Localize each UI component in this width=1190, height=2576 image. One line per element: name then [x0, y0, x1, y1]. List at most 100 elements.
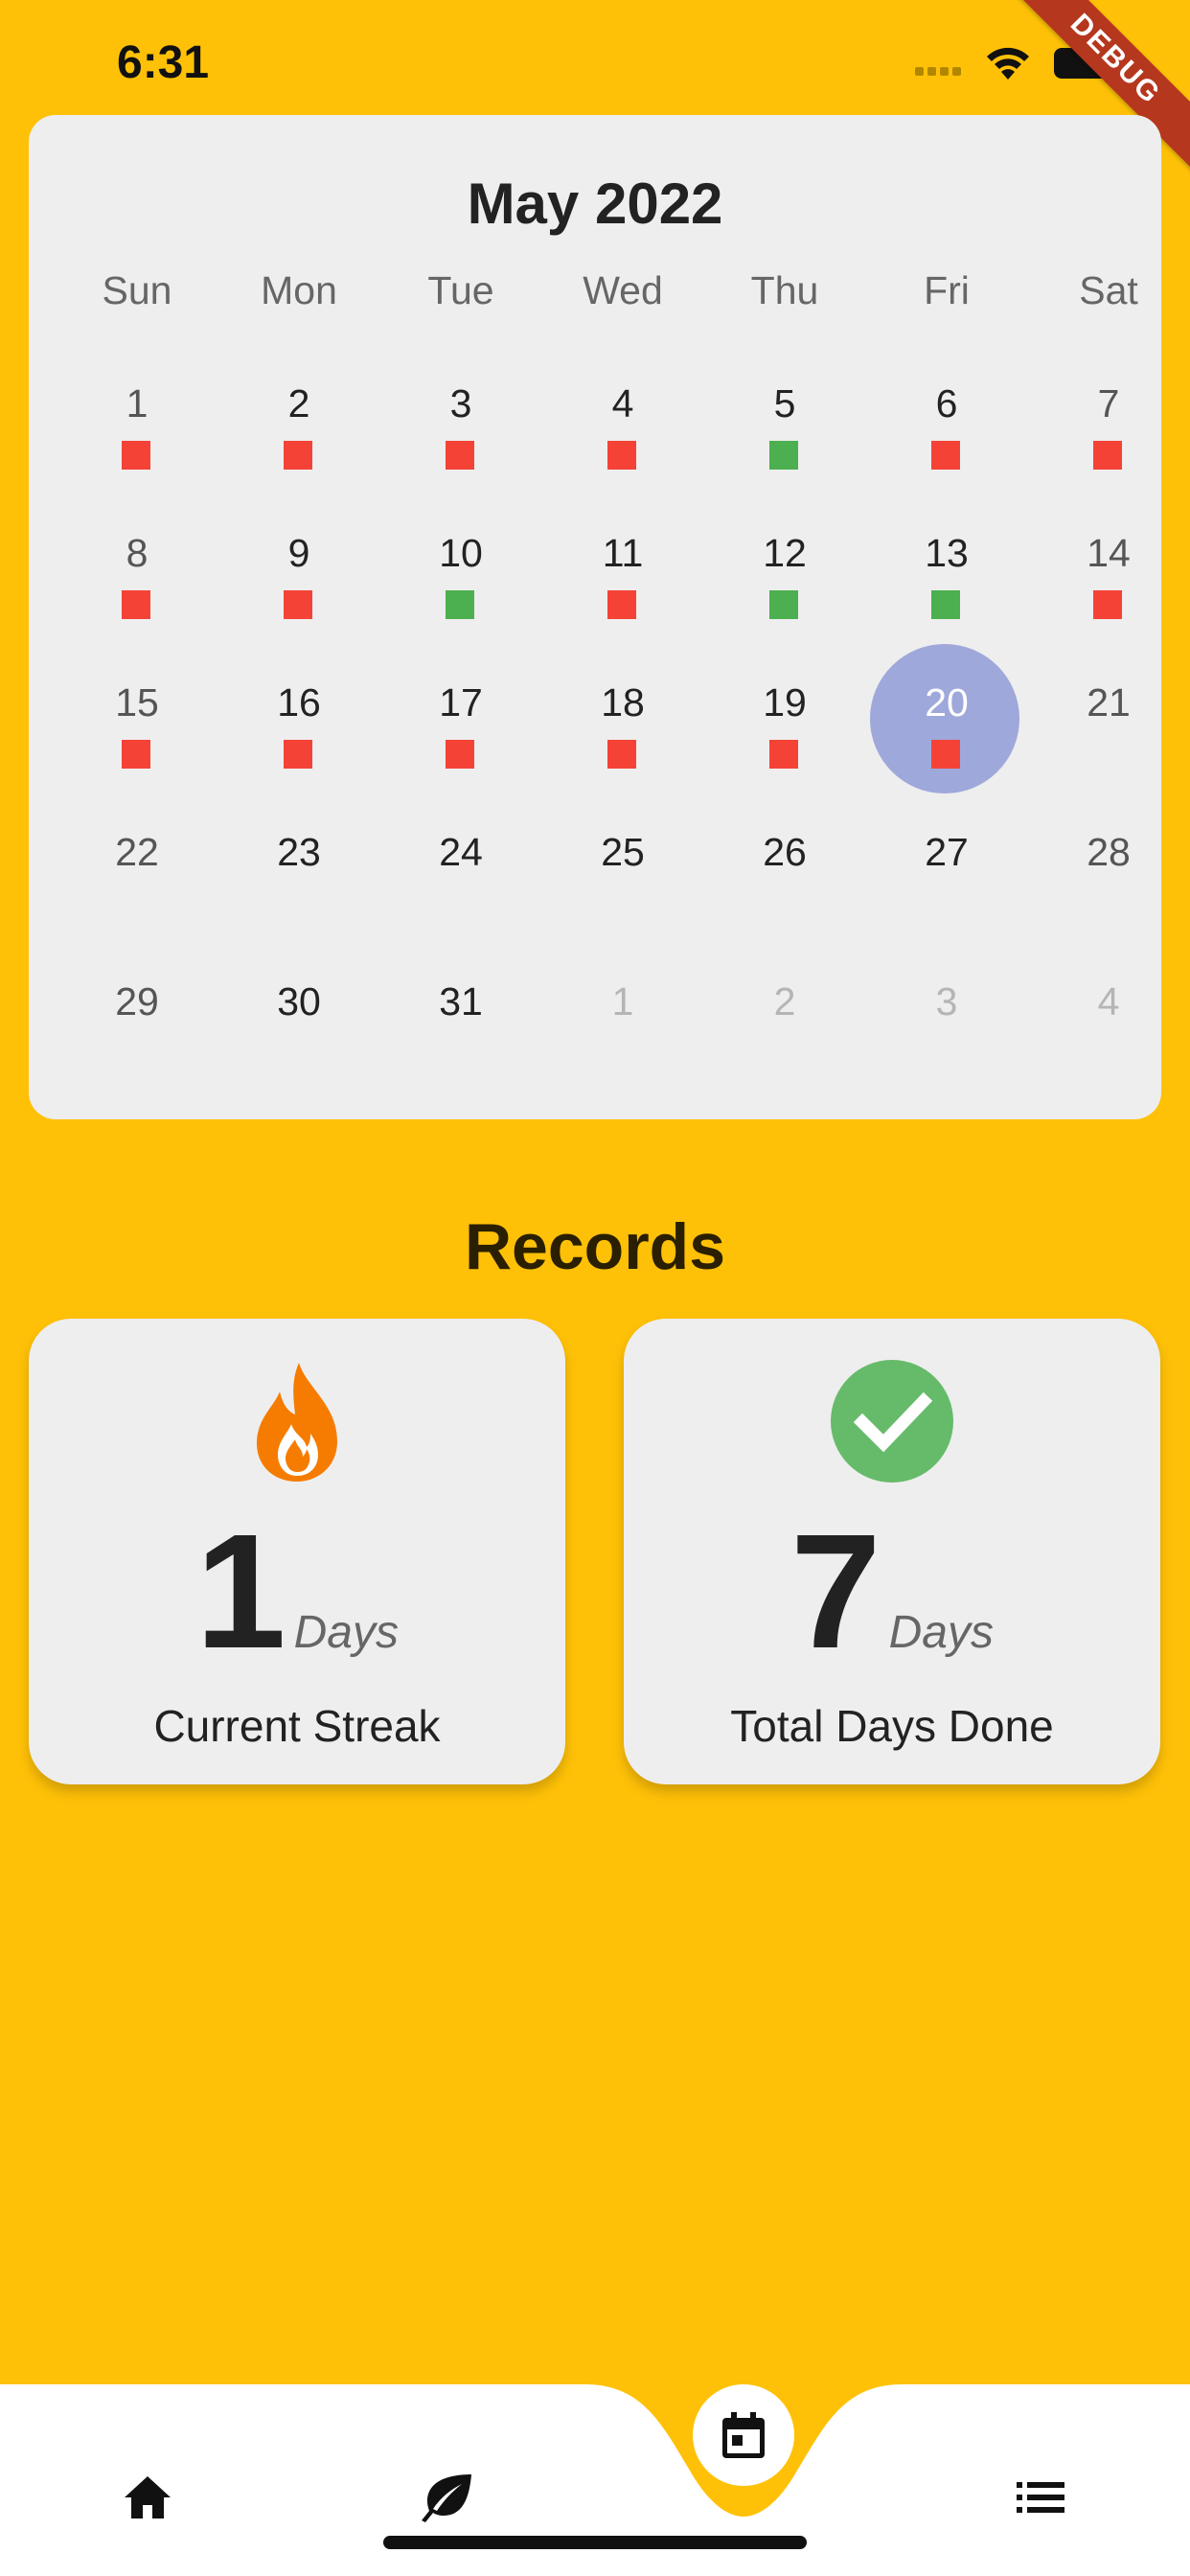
- calendar-day[interactable]: 19: [704, 652, 865, 801]
- calendar-day[interactable]: 11: [542, 502, 703, 652]
- day-number: 10: [439, 531, 483, 575]
- calendar-day[interactable]: 4: [542, 353, 703, 502]
- calendar-day-grid: 1 2 3 4 5 6 7 8 9 10 11 12 13 14 15 16 17 18 19 20 21 22 23 24 2…: [29, 115, 1161, 1119]
- nav-calendar-button[interactable]: [693, 2384, 794, 2486]
- calendar-day[interactable]: 28: [1028, 801, 1189, 951]
- day-number: 6: [935, 381, 958, 426]
- status-time: 6:31: [117, 37, 210, 88]
- calendar-day[interactable]: 4: [1028, 951, 1189, 1100]
- day-number: 3: [935, 979, 958, 1024]
- calendar-day[interactable]: 9: [218, 502, 379, 652]
- missed-marker: [284, 590, 312, 619]
- wifi-icon: [987, 47, 1029, 80]
- total-days-value-row: 7 Days: [624, 1510, 1160, 1673]
- records-title: Records: [464, 1210, 726, 1283]
- day-number: 17: [439, 680, 483, 724]
- calendar-day[interactable]: 29: [57, 951, 217, 1100]
- leaf-icon: [422, 2474, 471, 2522]
- missed-marker: [284, 441, 312, 470]
- day-number: 4: [611, 381, 634, 426]
- calendar-day[interactable]: 27: [866, 801, 1027, 951]
- calendar-day[interactable]: 2: [704, 951, 865, 1100]
- day-number: 24: [439, 830, 483, 874]
- calendar-day[interactable]: 3: [380, 353, 541, 502]
- day-number: 29: [115, 979, 159, 1024]
- day-number: 14: [1087, 531, 1131, 575]
- day-number: 28: [1087, 830, 1131, 874]
- calendar-day[interactable]: 1: [542, 951, 703, 1100]
- calendar-day[interactable]: 12: [704, 502, 865, 652]
- missed-marker: [607, 740, 636, 769]
- day-number: 11: [602, 531, 644, 575]
- done-marker: [931, 590, 960, 619]
- calendar-day[interactable]: 6: [866, 353, 1027, 502]
- day-number: 5: [773, 381, 796, 426]
- day-number: 2: [287, 381, 310, 426]
- day-number: 9: [287, 531, 310, 575]
- calendar-day[interactable]: 17: [380, 652, 541, 801]
- missed-marker: [122, 441, 150, 470]
- day-number: 19: [763, 680, 807, 724]
- day-number: 30: [277, 979, 321, 1024]
- missed-marker: [769, 740, 798, 769]
- calendar-day[interactable]: 30: [218, 951, 379, 1100]
- home-indicator: [383, 2536, 807, 2549]
- calendar-day[interactable]: 3: [866, 951, 1027, 1100]
- missed-marker: [1093, 590, 1122, 619]
- calendar-day[interactable]: 1: [57, 353, 217, 502]
- calendar-day[interactable]: 26: [704, 801, 865, 951]
- missed-marker: [446, 740, 474, 769]
- calendar-day[interactable]: 7: [1028, 353, 1189, 502]
- current-streak-unit: Days: [293, 1607, 399, 1658]
- current-streak-label: Current Streak: [153, 1701, 441, 1751]
- calendar-day[interactable]: 8: [57, 502, 217, 652]
- nav-leaf-button[interactable]: [407, 2459, 484, 2536]
- day-number: 2: [773, 979, 796, 1024]
- day-number: 27: [925, 830, 969, 874]
- day-number: 25: [601, 830, 645, 874]
- missed-marker: [1093, 441, 1122, 470]
- done-marker: [769, 590, 798, 619]
- calendar-day[interactable]: 22: [57, 801, 217, 951]
- missed-marker: [607, 441, 636, 470]
- missed-marker: [446, 441, 474, 470]
- total-days-card: 7 Days Total Days Done: [624, 1319, 1160, 1784]
- calendar-day-today[interactable]: 20: [866, 644, 1027, 801]
- calendar-day[interactable]: 13: [866, 502, 1027, 652]
- calendar-day[interactable]: 16: [218, 652, 379, 801]
- missed-marker: [607, 590, 636, 619]
- status-bar: 6:31 DEBUG: [0, 0, 1190, 178]
- current-streak-value: 1: [195, 1501, 286, 1683]
- missed-marker: [122, 740, 150, 769]
- day-number: 22: [115, 830, 159, 874]
- day-number: 3: [449, 381, 472, 426]
- day-number: 31: [439, 979, 483, 1024]
- day-number: 1: [611, 979, 634, 1024]
- day-number: 18: [601, 680, 645, 724]
- calendar-day[interactable]: 25: [542, 801, 703, 951]
- calendar-day[interactable]: 21: [1028, 652, 1189, 801]
- day-number: 16: [277, 680, 321, 724]
- calendar-day[interactable]: 24: [380, 801, 541, 951]
- day-number: 23: [277, 830, 321, 874]
- calendar-day[interactable]: 23: [218, 801, 379, 951]
- calendar-day[interactable]: 10: [380, 502, 541, 652]
- calendar-day[interactable]: 15: [57, 652, 217, 801]
- day-number: 4: [1097, 979, 1120, 1024]
- calendar-day[interactable]: 5: [704, 353, 865, 502]
- calendar-day[interactable]: 14: [1028, 502, 1189, 652]
- calendar-day[interactable]: 31: [380, 951, 541, 1100]
- home-icon: [125, 2476, 171, 2518]
- nav-list-button[interactable]: [1002, 2459, 1079, 2536]
- missed-marker: [931, 441, 960, 470]
- missed-marker: [284, 740, 312, 769]
- signal-icon: [915, 63, 965, 80]
- nav-home-button[interactable]: [109, 2459, 186, 2536]
- calendar-day[interactable]: 18: [542, 652, 703, 801]
- day-number: 8: [126, 531, 149, 575]
- calendar-card: May 2022 Sun Mon Tue Wed Thu Fri Sat 123456789…: [29, 115, 1161, 1119]
- calendar-day[interactable]: 2: [218, 353, 379, 502]
- check-circle-icon: [624, 1359, 1160, 1489]
- day-number: 1: [126, 381, 149, 426]
- calendar-icon: [722, 2412, 765, 2458]
